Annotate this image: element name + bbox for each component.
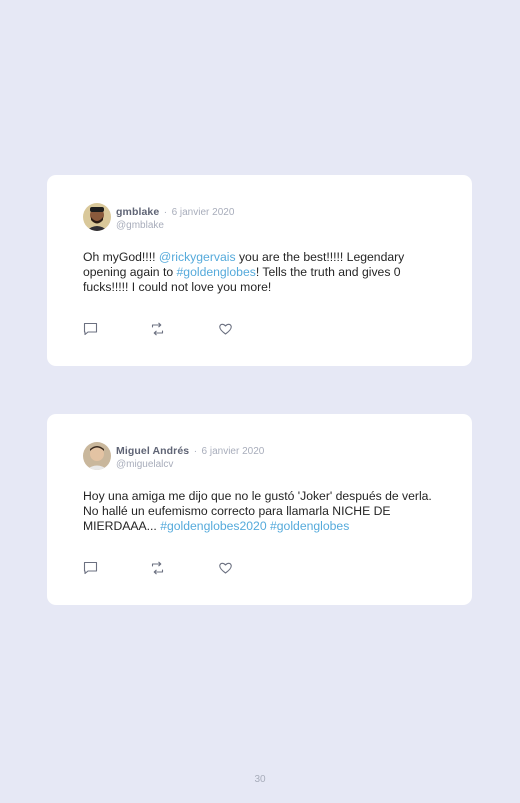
tweet-card-gmblake: gmblake · 6 janvier 2020 @gmblake Oh myG… (47, 175, 472, 366)
hashtag-link[interactable]: #goldenglobes (270, 519, 349, 533)
tweet-text: Oh myGod!!!! @rickygervais you are the b… (83, 250, 443, 295)
hashtag-link[interactable]: #goldenglobes2020 (160, 519, 266, 533)
author-name[interactable]: Miguel Andrés (116, 445, 189, 457)
tweet-card-miguelalcv: Miguel Andrés · 6 janvier 2020 @miguelal… (47, 414, 472, 605)
tweet-header: gmblake · 6 janvier 2020 @gmblake (83, 203, 234, 232)
author-handle[interactable]: @miguelalcv (116, 458, 264, 471)
mention-link[interactable]: @rickygervais (159, 250, 236, 264)
tweet-text-segment: Oh myGod!!!! (83, 250, 159, 264)
like-icon[interactable] (218, 322, 233, 336)
page-number: 30 (254, 774, 266, 785)
comment-icon[interactable] (83, 561, 98, 575)
tweet-text: Hoy una amiga me dijo que no le gustó 'J… (83, 489, 443, 534)
separator: · (163, 207, 168, 218)
tweet-header: Miguel Andrés · 6 janvier 2020 @miguelal… (83, 442, 264, 471)
separator: · (193, 446, 198, 457)
like-icon[interactable] (218, 561, 233, 575)
author-handle[interactable]: @gmblake (116, 219, 234, 232)
tweet-date[interactable]: 6 janvier 2020 (172, 207, 235, 218)
retweet-icon[interactable] (150, 322, 165, 336)
comment-icon[interactable] (83, 322, 98, 336)
hashtag-link[interactable]: #goldenglobes (177, 265, 256, 279)
tweet-date[interactable]: 6 janvier 2020 (202, 446, 265, 457)
avatar[interactable] (83, 442, 111, 470)
avatar[interactable] (83, 203, 111, 231)
retweet-icon[interactable] (150, 561, 165, 575)
author-name[interactable]: gmblake (116, 206, 159, 218)
